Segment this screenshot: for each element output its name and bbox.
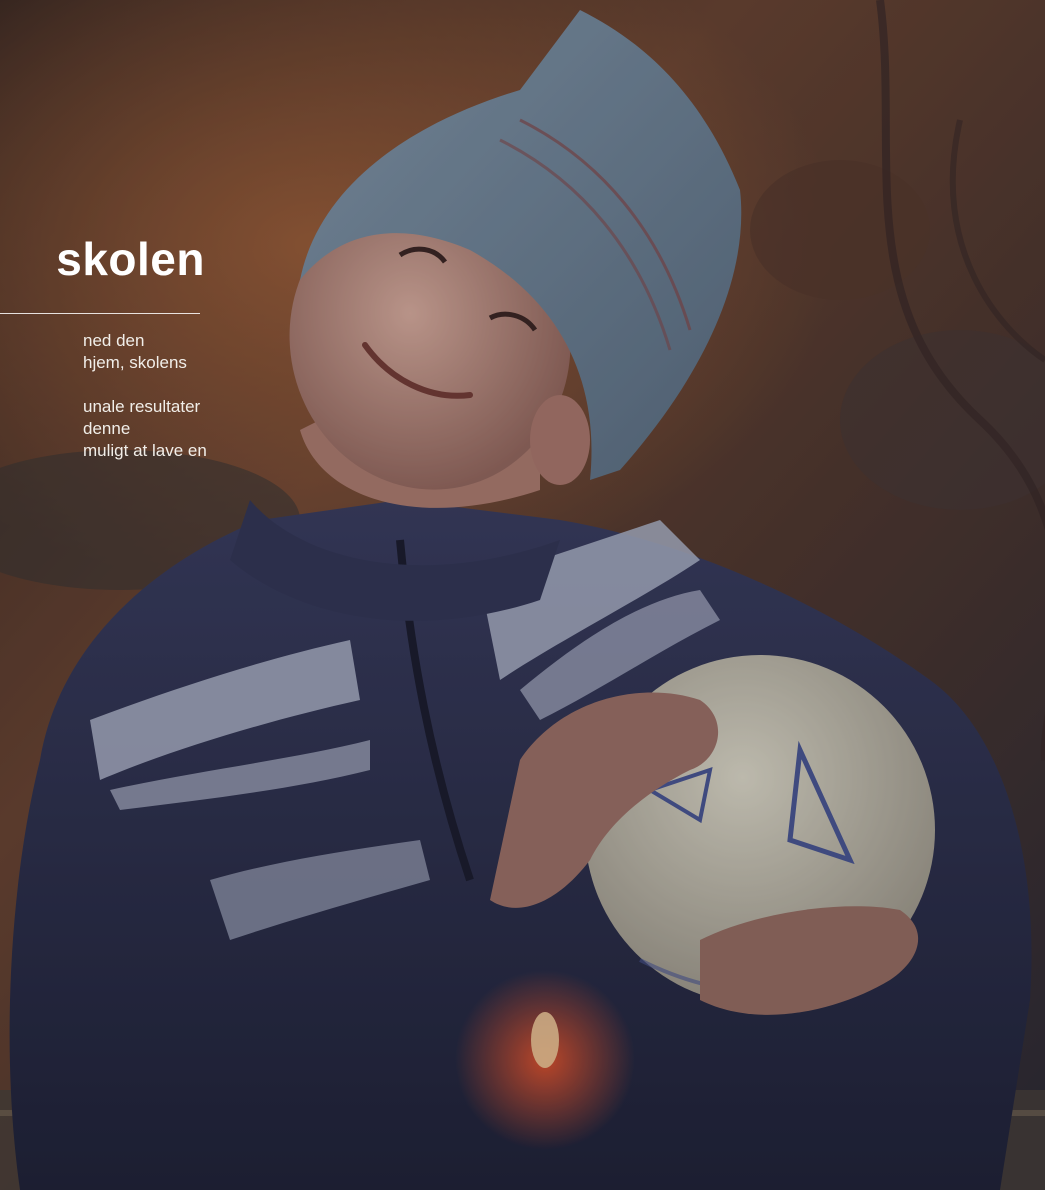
body-paragraph-1: ned den hjem, skolens bbox=[83, 331, 187, 372]
dark-overlay bbox=[0, 0, 1045, 1190]
body-paragraph-2: unale resultater denne muligt at lave en bbox=[83, 397, 207, 460]
slide-text-block: skolen ned den hjem, skolens unale resul… bbox=[0, 222, 207, 460]
slide: skolen ned den hjem, skolens unale resul… bbox=[0, 0, 1045, 1190]
heading-divider bbox=[0, 313, 200, 314]
slide-heading: skolen bbox=[56, 233, 205, 285]
slide-body: ned den hjem, skolens unale resultater d… bbox=[83, 330, 283, 484]
